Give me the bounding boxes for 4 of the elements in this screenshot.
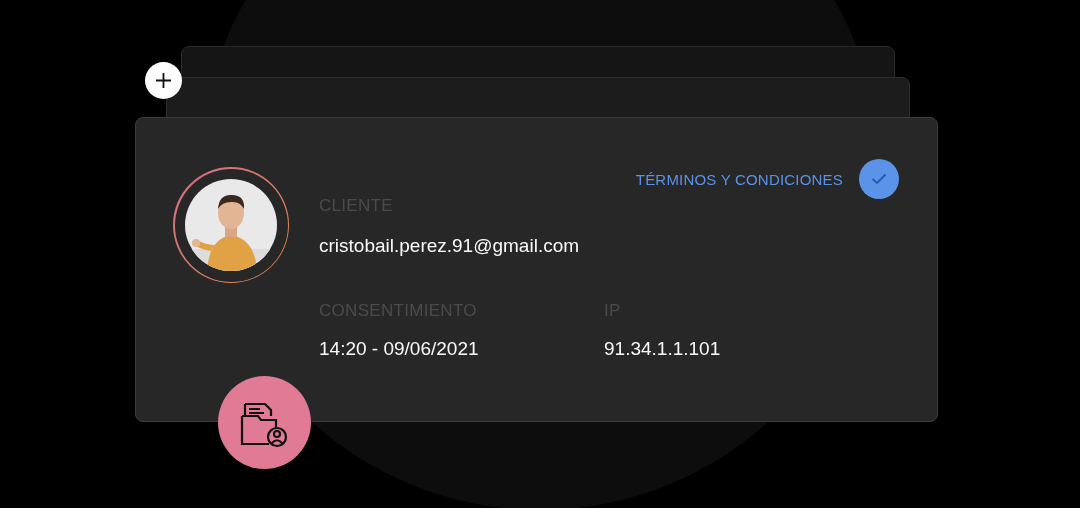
field-value: cristobail.perez.91@gmail.com (319, 234, 581, 258)
field-value: 14:20 - 09/06/2021 (319, 337, 480, 361)
terms-label: TÉRMINOS Y CONDICIONES (635, 170, 843, 188)
field-value: 91.34.1.1.101 (604, 337, 721, 361)
